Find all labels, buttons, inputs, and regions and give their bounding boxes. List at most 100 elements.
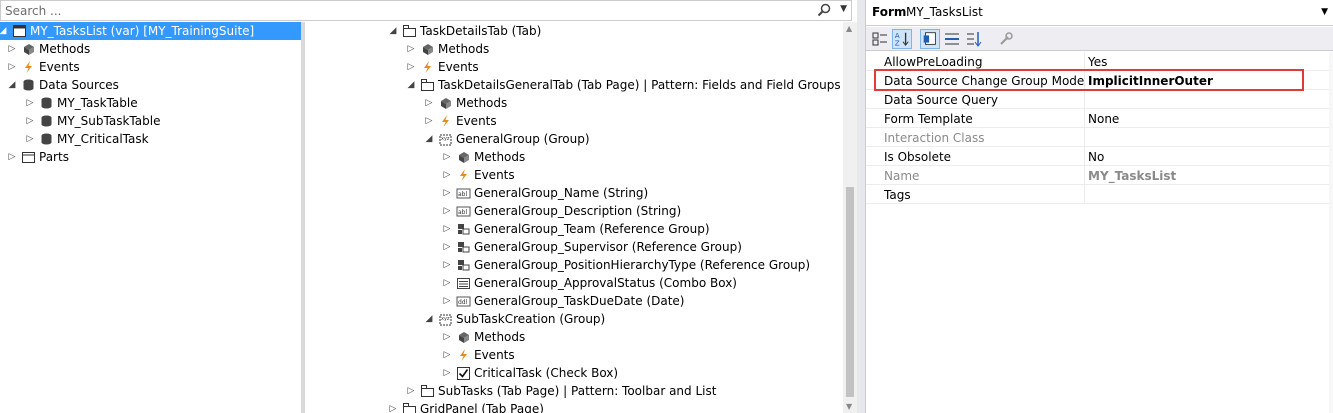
sort-alphabetical-icon[interactable]: A Z: [892, 29, 912, 49]
property-value[interactable]: Yes: [1088, 55, 1107, 69]
property-row[interactable]: Data Source Query: [866, 90, 1329, 109]
collapsed-arrow-icon[interactable]: ▷: [442, 346, 452, 364]
property-pages-icon[interactable]: [920, 29, 940, 49]
design-tree-scrollbar[interactable]: ▲ ▼: [843, 22, 857, 413]
expanded-arrow-icon[interactable]: ◢: [406, 76, 416, 94]
collapsed-arrow-icon[interactable]: ▷: [406, 40, 416, 58]
search-options-dropdown[interactable]: ▼: [840, 4, 847, 14]
collapsed-arrow-icon[interactable]: ▷: [406, 382, 416, 400]
property-name: AllowPreLoading: [884, 55, 983, 69]
wrench-icon[interactable]: [996, 29, 1016, 49]
tree-node[interactable]: ▷ GridPanel (Tab Page): [305, 400, 842, 413]
collapsed-arrow-icon[interactable]: ▷: [442, 148, 452, 166]
tree-node-label: TaskDetailsTab (Tab): [420, 24, 542, 38]
datasource-icon: [23, 79, 34, 91]
tree-node[interactable]: ▷ Events: [305, 166, 842, 184]
property-row[interactable]: Is Obsolete No: [866, 147, 1329, 166]
tree-node[interactable]: ▷ Parts: [0, 148, 301, 166]
collapsed-arrow-icon[interactable]: ▷: [442, 238, 452, 256]
property-row[interactable]: Tags: [866, 185, 1329, 204]
tree-node[interactable]: ▷ Methods: [305, 328, 842, 346]
properties-object-selector[interactable]: Form MY_TasksList ▼: [866, 0, 1333, 26]
collapsed-arrow-icon[interactable]: ▷: [442, 166, 452, 184]
pane-divider[interactable]: [857, 0, 865, 413]
tree-node[interactable]: ▷ Methods: [305, 94, 842, 112]
tree-node[interactable]: ◢ TaskDetailsGeneralTab (Tab Page) | Patt…: [305, 76, 842, 94]
collapsed-arrow-icon[interactable]: ▷: [25, 112, 35, 130]
expanded-arrow-icon[interactable]: ◢: [0, 22, 8, 40]
collapsed-arrow-icon[interactable]: ▷: [442, 328, 452, 346]
scroll-down-icon[interactable]: ▼: [846, 402, 852, 411]
tree-node[interactable]: ▷ Methods: [305, 40, 842, 58]
tree-node[interactable]: ▷ MY_SubTaskTable: [0, 112, 301, 130]
tree-node-label: MY_SubTaskTable: [57, 114, 161, 128]
tree-node[interactable]: ▷ CriticalTask (Check Box): [305, 364, 842, 382]
collapsed-arrow-icon[interactable]: ▷: [7, 148, 17, 166]
scrollbar-thumb[interactable]: [846, 187, 854, 397]
tree-node[interactable]: ◢ Data Sources: [0, 76, 301, 94]
expanded-arrow-icon[interactable]: ◢: [7, 76, 17, 94]
property-row[interactable]: Name MY_TasksList: [866, 166, 1329, 185]
tree-node[interactable]: ◢ xyz GeneralGroup (Group): [305, 130, 842, 148]
property-row[interactable]: Interaction Class: [866, 128, 1329, 147]
property-value[interactable]: MY_TasksList: [1088, 169, 1176, 183]
search-box[interactable]: Search ... ▼: [0, 0, 852, 21]
tree-node[interactable]: ▷ GeneralGroup_Supervisor (Reference Grou…: [305, 238, 842, 256]
tree-node[interactable]: ◢ xyz SubTaskCreation (Group): [305, 310, 842, 328]
tree-node[interactable]: ▷ SubTasks (Tab Page) | Pattern: Toolbar …: [305, 382, 842, 400]
collapsed-arrow-icon[interactable]: ▷: [442, 184, 452, 202]
tree-node[interactable]: ▷ ddl GeneralGroup_TaskDueDate (Date): [305, 292, 842, 310]
show-modified-icon[interactable]: [942, 29, 962, 49]
tree-node-label: SubTasks (Tab Page) | Pattern: Toolbar a…: [438, 384, 717, 398]
tree-node[interactable]: ▷ GeneralGroup_ApprovalStatus (Combo Box): [305, 274, 842, 292]
collapsed-arrow-icon[interactable]: ▷: [7, 40, 17, 58]
expanded-arrow-icon[interactable]: ◢: [424, 310, 434, 328]
property-grid-scrollbar[interactable]: [1329, 52, 1333, 413]
chevron-down-icon[interactable]: ▼: [1321, 7, 1328, 17]
tree-node[interactable]: ▷ Methods: [305, 148, 842, 166]
tree-node[interactable]: ▷ abl GeneralGroup_Name (String): [305, 184, 842, 202]
search-input[interactable]: Search ...: [5, 4, 61, 18]
collapsed-arrow-icon[interactable]: ▷: [424, 112, 434, 130]
tree-node[interactable]: ▷ Events: [0, 58, 301, 76]
collapsed-arrow-icon[interactable]: ▷: [442, 292, 452, 310]
scroll-up-icon[interactable]: ▲: [846, 24, 852, 33]
sort-order-icon[interactable]: [964, 29, 984, 49]
parts-icon: [22, 152, 35, 163]
collapsed-arrow-icon[interactable]: ▷: [424, 94, 434, 112]
collapsed-arrow-icon[interactable]: ▷: [442, 202, 452, 220]
collapsed-arrow-icon[interactable]: ▷: [25, 94, 35, 112]
tree-node-label: Events: [456, 114, 497, 128]
expanded-arrow-icon[interactable]: ◢: [424, 130, 434, 148]
property-value[interactable]: None: [1088, 112, 1119, 126]
events-icon: [25, 61, 32, 73]
expanded-arrow-icon[interactable]: ◢: [388, 22, 398, 40]
tree-node-label: SubTaskCreation (Group): [456, 312, 606, 326]
tree-node[interactable]: ▷ MY_TaskTable: [0, 94, 301, 112]
tree-node[interactable]: ▷ Events: [305, 112, 842, 130]
tree-node-label: Events: [39, 60, 80, 74]
tree-node[interactable]: ◢ TaskDetailsTab (Tab): [305, 22, 842, 40]
tree-node[interactable]: ▷ abl GeneralGroup_Description (String): [305, 202, 842, 220]
property-value[interactable]: No: [1088, 150, 1104, 164]
property-row[interactable]: Form Template None: [866, 109, 1329, 128]
collapsed-arrow-icon[interactable]: ▷: [406, 58, 416, 76]
collapsed-arrow-icon[interactable]: ▷: [388, 400, 398, 413]
tree-node[interactable]: ◢ MY_TasksList (var) [MY_TrainingSuite]: [0, 22, 301, 40]
collapsed-arrow-icon[interactable]: ▷: [25, 130, 35, 148]
tree-node[interactable]: ▷ GeneralGroup_Team (Reference Group): [305, 220, 842, 238]
checkbox-icon: [457, 367, 470, 380]
collapsed-arrow-icon[interactable]: ▷: [442, 364, 452, 382]
tree-node[interactable]: ▷ GeneralGroup_PositionHierarchyType (Ref…: [305, 256, 842, 274]
tree-node[interactable]: ▷ Methods: [0, 40, 301, 58]
tree-node[interactable]: ▷ MY_CriticalTask: [0, 130, 301, 148]
tree-node[interactable]: ▷ Events: [305, 58, 842, 76]
collapsed-arrow-icon[interactable]: ▷: [442, 256, 452, 274]
collapsed-arrow-icon[interactable]: ▷: [442, 274, 452, 292]
methods-icon: [441, 98, 451, 109]
search-icon[interactable]: [817, 3, 831, 17]
collapsed-arrow-icon[interactable]: ▷: [7, 58, 17, 76]
collapsed-arrow-icon[interactable]: ▷: [442, 220, 452, 238]
categorized-icon[interactable]: [870, 29, 890, 49]
tree-node[interactable]: ▷ Events: [305, 346, 842, 364]
